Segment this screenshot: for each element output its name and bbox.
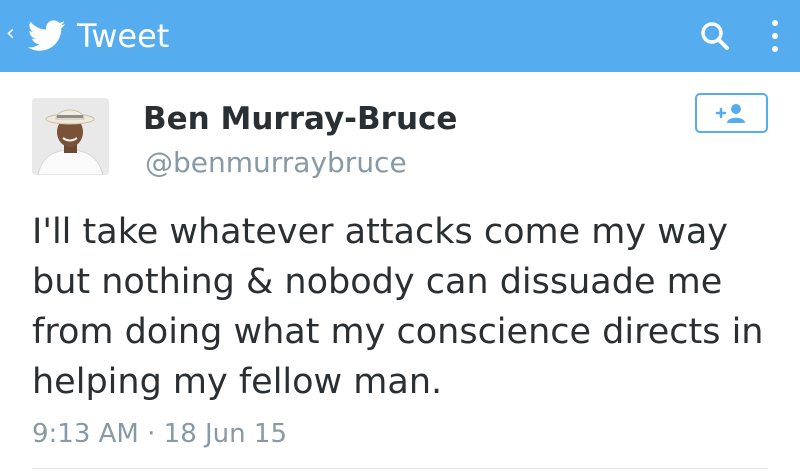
tweet-text: I'll take whatever attacks come my way b… <box>32 212 764 402</box>
avatar[interactable] <box>32 98 109 175</box>
author-display-name[interactable]: Ben Murray-Bruce <box>143 100 457 138</box>
add-user-icon <box>715 104 745 123</box>
author-handle[interactable]: @benmurraybruce <box>145 146 407 180</box>
page-title: Tweet <box>77 17 170 55</box>
search-icon[interactable] <box>695 16 735 56</box>
chevron-left-icon[interactable]: ‹ <box>6 22 15 46</box>
user-avatar-photo <box>32 98 109 175</box>
tweet-timestamp[interactable]: 9:13 AM · 18 Jun 15 <box>32 418 287 450</box>
follow-button[interactable] <box>695 93 768 133</box>
divider <box>32 468 768 469</box>
twitter-bird-icon[interactable] <box>28 20 66 52</box>
app-bar: ‹ Tweet <box>0 0 800 72</box>
overflow-menu-icon[interactable] <box>760 16 790 56</box>
